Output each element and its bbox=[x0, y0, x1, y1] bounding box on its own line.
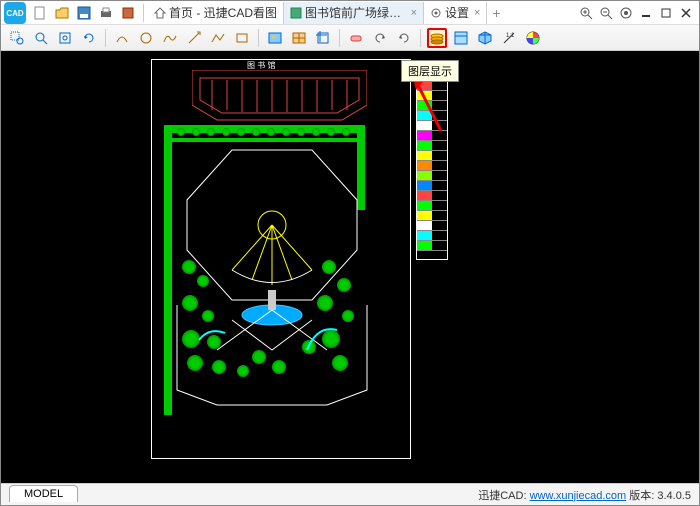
maximize-button[interactable] bbox=[657, 4, 675, 22]
model-tab[interactable]: MODEL bbox=[9, 485, 78, 502]
svg-text:CAD: CAD bbox=[6, 9, 24, 18]
tab-close-button[interactable]: × bbox=[411, 7, 417, 19]
statusbar: MODEL 迅捷CAD: www.xunjiecad.com 版本: 3.4.0… bbox=[1, 483, 699, 505]
zoom-in-button[interactable] bbox=[577, 4, 595, 22]
print-button[interactable] bbox=[97, 4, 115, 22]
polyline-tool[interactable] bbox=[208, 28, 228, 48]
separator bbox=[105, 29, 106, 47]
redo-tool[interactable] bbox=[394, 28, 414, 48]
open-file-button[interactable] bbox=[53, 4, 71, 22]
color-tool[interactable] bbox=[523, 28, 543, 48]
separator bbox=[143, 4, 144, 22]
line-tool[interactable] bbox=[184, 28, 204, 48]
minimize-button[interactable] bbox=[637, 4, 655, 22]
brand-label: 迅捷CAD: bbox=[478, 490, 526, 502]
annotation-arrow bbox=[411, 76, 451, 136]
pan-tool[interactable] bbox=[55, 28, 75, 48]
add-tab-button[interactable]: + bbox=[487, 5, 505, 21]
zoom-window-tool[interactable] bbox=[7, 28, 27, 48]
cad-drawing: 图 书 馆 bbox=[151, 59, 411, 459]
version-number: 3.4.0.5 bbox=[657, 490, 691, 502]
tooltip: 图层显示 bbox=[401, 60, 459, 82]
arc-tool[interactable] bbox=[112, 28, 132, 48]
save-button[interactable] bbox=[75, 4, 93, 22]
document-icon bbox=[290, 7, 302, 19]
tab-document[interactable]: 图书馆前广场绿化... × bbox=[284, 2, 424, 24]
separator bbox=[258, 29, 259, 47]
circle-tool[interactable] bbox=[136, 28, 156, 48]
tab-label: 设置 bbox=[445, 4, 469, 21]
export-button[interactable] bbox=[119, 4, 137, 22]
separator bbox=[339, 29, 340, 47]
refresh-tool[interactable] bbox=[79, 28, 99, 48]
rectangle-tool[interactable] bbox=[232, 28, 252, 48]
svg-text:1:1: 1:1 bbox=[506, 33, 515, 39]
crop-tool[interactable] bbox=[313, 28, 333, 48]
3d-view-tool[interactable] bbox=[475, 28, 495, 48]
tab-settings[interactable]: 设置 × bbox=[424, 2, 487, 24]
layer-display-tool[interactable] bbox=[427, 28, 447, 48]
titlebar: CAD 首页 - 迅捷CAD看图 图书馆前广场绿化... × 设置 × + bbox=[1, 1, 699, 25]
status-info: 迅捷CAD: www.xunjiecad.com 版本: 3.4.0.5 bbox=[478, 487, 699, 503]
separator bbox=[420, 29, 421, 47]
close-button[interactable] bbox=[677, 4, 695, 22]
tab-label: 首页 - 迅捷CAD看图 bbox=[169, 4, 277, 21]
toolbar: 1:1 bbox=[1, 25, 699, 51]
properties-tool[interactable] bbox=[451, 28, 471, 48]
drawing-canvas[interactable]: 图 书 馆 bbox=[1, 51, 699, 483]
tab-label: 图书馆前广场绿化... bbox=[305, 4, 406, 21]
zoom-extents-tool[interactable] bbox=[31, 28, 51, 48]
app-logo-icon: CAD bbox=[3, 1, 27, 25]
tab-home[interactable]: 首页 - 迅捷CAD看图 bbox=[148, 2, 284, 24]
undo-tool[interactable] bbox=[370, 28, 390, 48]
gear-icon bbox=[430, 7, 442, 19]
new-file-button[interactable] bbox=[31, 4, 49, 22]
tab-close-button[interactable]: × bbox=[474, 7, 480, 19]
measure-tool[interactable]: 1:1 bbox=[499, 28, 519, 48]
grid-tool[interactable] bbox=[289, 28, 309, 48]
tab-bar: 首页 - 迅捷CAD看图 图书馆前广场绿化... × 设置 × + bbox=[148, 1, 577, 25]
image-tool[interactable] bbox=[265, 28, 285, 48]
website-link[interactable]: www.xunjiecad.com bbox=[530, 490, 627, 502]
version-label: 版本: bbox=[629, 490, 654, 502]
erase-tool[interactable] bbox=[346, 28, 366, 48]
drawing-title: 图 书 馆 bbox=[247, 60, 275, 71]
zoom-out-button[interactable] bbox=[597, 4, 615, 22]
settings-gear-icon[interactable] bbox=[617, 4, 635, 22]
spline-tool[interactable] bbox=[160, 28, 180, 48]
home-icon bbox=[154, 7, 166, 19]
window-controls bbox=[577, 4, 699, 22]
